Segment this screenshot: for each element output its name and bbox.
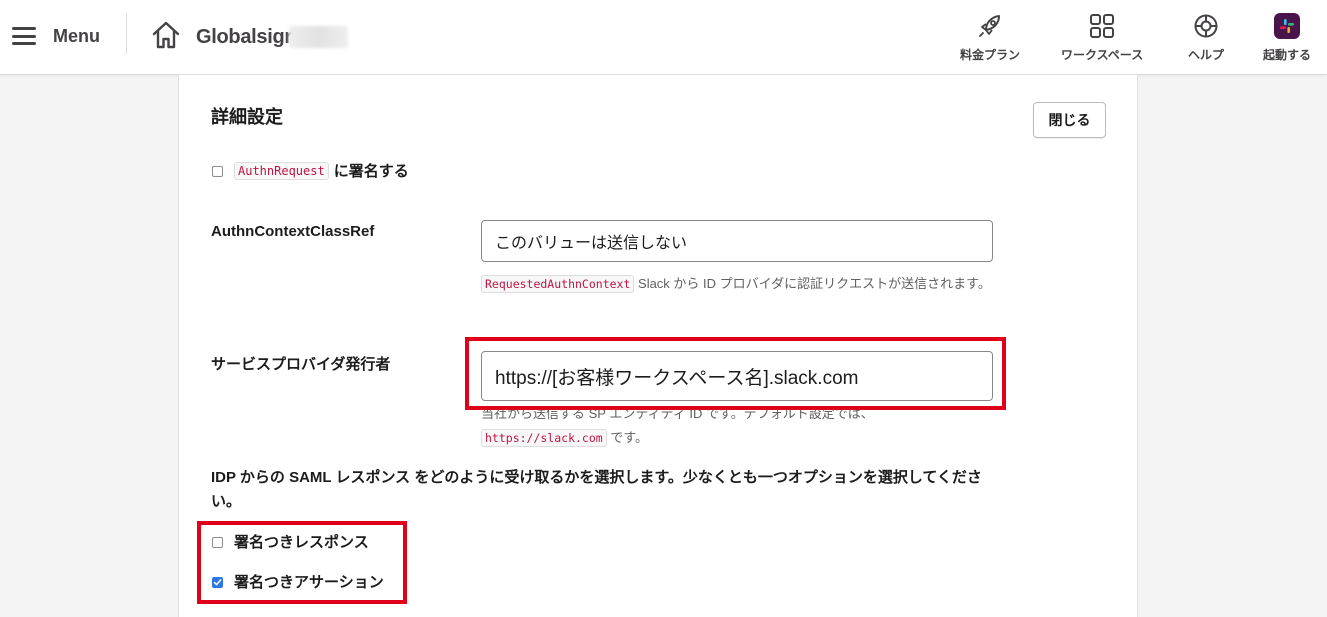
nav-pricing[interactable]: 料金プラン [960, 12, 1020, 63]
advanced-settings-panel: 詳細設定 閉じる AuthnRequest に署名する AuthnContext… [178, 75, 1138, 617]
sp-issuer-hint-code: https://slack.com [481, 429, 607, 447]
authn-context-label: AuthnContextClassRef [211, 223, 375, 240]
panel-title: 詳細設定 [211, 107, 283, 127]
authn-request-row: AuthnRequest に署名する [234, 160, 409, 181]
home-icon[interactable] [151, 20, 181, 50]
authn-context-hint-code: RequestedAuthnContext [481, 275, 635, 293]
highlight-box-options [197, 521, 407, 604]
slack-logo-icon [1273, 12, 1301, 40]
divider [126, 14, 127, 54]
authn-request-code: AuthnRequest [234, 161, 329, 180]
redacted-text [289, 26, 348, 48]
workspace-name[interactable]: Globalsign [196, 26, 297, 49]
rocket-icon [976, 12, 1004, 40]
nav-workspaces-label: ワークスペース [1061, 48, 1144, 62]
authn-context-value: このバリューは送信しない [495, 235, 688, 252]
authn-request-checkbox[interactable] [212, 166, 223, 177]
menu-label: Menu [53, 25, 100, 46]
authn-context-select[interactable]: このバリューは送信しない [481, 220, 993, 262]
hamburger-icon [12, 27, 36, 45]
grid-icon [1088, 12, 1116, 40]
nav-help-label: ヘルプ [1188, 48, 1225, 62]
authn-request-label: に署名する [333, 163, 409, 180]
authn-context-hint-text: Slack から ID プロバイダに認証リクエストが送信されます。 [634, 276, 991, 291]
sp-issuer-label: サービスプロバイダ発行者 [211, 356, 391, 373]
nav-launch[interactable]: 起動する [1263, 12, 1311, 63]
nav-workspaces[interactable]: ワークスペース [1061, 12, 1143, 63]
menu-button[interactable]: Menu [12, 22, 100, 50]
close-button[interactable]: 閉じる [1033, 102, 1106, 138]
highlight-box-issuer [465, 337, 1006, 410]
saml-response-prompt: IDP からの SAML レスポンス をどのように受け取るかを選択します。少なく… [211, 469, 982, 510]
lifebuoy-icon [1192, 12, 1220, 40]
nav-launch-label: 起動する [1263, 48, 1312, 62]
authn-context-hint: RequestedAuthnContext Slack から ID プロバイダに… [481, 272, 1001, 296]
nav-help[interactable]: ヘルプ [1188, 12, 1224, 63]
nav-pricing-label: 料金プラン [960, 48, 1021, 62]
sp-issuer-hint-suffix: です。 [606, 430, 649, 445]
top-bar: Menu Globalsign 料金プラン ワークスペース ヘルプ 起動する [0, 0, 1327, 75]
